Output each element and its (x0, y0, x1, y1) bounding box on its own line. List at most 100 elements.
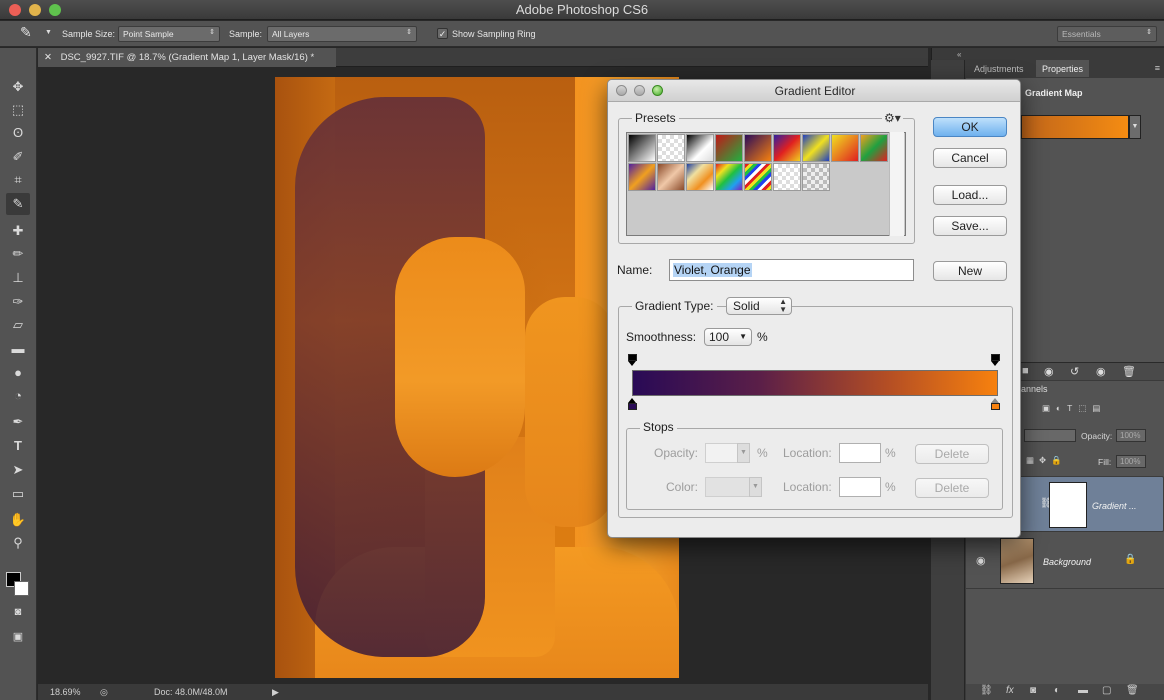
new-group-icon[interactable]: ▬ (1078, 685, 1088, 696)
opacity-input[interactable]: 100% (1116, 429, 1146, 442)
preset-swatch[interactable] (773, 134, 801, 162)
opacity-stop-left[interactable] (628, 354, 637, 366)
smoothness-select[interactable]: 100 ▼ (704, 328, 752, 346)
panel-menu-icon[interactable]: ≡ (1155, 63, 1160, 73)
color-location-input[interactable] (839, 477, 881, 497)
pen-tool-icon[interactable]: ✒ (6, 411, 30, 433)
layer-thumbnail[interactable] (1000, 538, 1034, 584)
delete-color-stop-button[interactable]: Delete (915, 478, 989, 498)
delete-adjustment-icon[interactable]: 🗑 (1122, 365, 1136, 378)
preset-swatch[interactable] (744, 163, 772, 191)
workspace-select[interactable]: Essentials ⇕ (1057, 26, 1157, 42)
stop-color-swatch[interactable] (705, 477, 750, 497)
new-layer-icon[interactable]: ▢ (1102, 685, 1111, 696)
fx-icon[interactable]: fx (1006, 685, 1014, 696)
sample-size-select[interactable]: Point Sample ⇕ (118, 26, 220, 42)
close-tab-icon[interactable]: ✕ (44, 52, 52, 63)
load-button[interactable]: Load... (933, 185, 1007, 205)
reset-icon[interactable]: ↺ (1070, 365, 1079, 378)
stop-color-dropdown-icon[interactable]: ▼ (749, 477, 762, 497)
gradient-tool-icon[interactable]: ▬ (6, 338, 30, 360)
preset-swatch[interactable] (628, 163, 656, 191)
visibility-eye-icon[interactable]: ◉ (976, 554, 986, 567)
stop-opacity-dropdown-icon[interactable]: ▼ (737, 443, 750, 463)
save-button[interactable]: Save... (933, 216, 1007, 236)
dialog-close-button[interactable] (616, 85, 627, 96)
gradient-type-select[interactable]: Solid ▲ ▼ (726, 297, 792, 315)
stamp-tool-icon[interactable]: ⊥ (6, 267, 30, 289)
gradient-map-dropdown-icon[interactable]: ▼ (1129, 115, 1141, 139)
shape-tool-icon[interactable]: ▭ (6, 483, 30, 505)
screen-mode-icon[interactable]: ▣ (6, 626, 30, 648)
preset-swatch[interactable] (773, 163, 801, 191)
preset-swatch[interactable] (657, 134, 685, 162)
layer-mask-thumbnail[interactable] (1049, 482, 1087, 528)
layer-name[interactable]: Background (1043, 557, 1091, 567)
view-previous-icon[interactable]: ◉ (1044, 365, 1054, 378)
sample-select[interactable]: All Layers ⇕ (267, 26, 417, 42)
preset-swatch[interactable] (628, 134, 656, 162)
preset-swatch[interactable] (744, 134, 772, 162)
quick-mask-icon[interactable]: ◙ (6, 601, 30, 623)
gradient-preview-bar[interactable] (632, 370, 998, 396)
new-button[interactable]: New (933, 261, 1007, 281)
stop-opacity-input[interactable] (705, 443, 738, 463)
add-mask-icon[interactable]: ◙ (1030, 685, 1036, 696)
preset-swatch[interactable] (686, 163, 714, 191)
marquee-tool-icon[interactable]: ⬚ (6, 99, 30, 121)
clip-layer-icon[interactable]: ■ (1022, 365, 1029, 377)
zoom-level[interactable]: 18.69% (50, 687, 81, 697)
layer-filter-icons[interactable]: ▣◐T⬚▤ (1042, 403, 1106, 414)
crop-tool-icon[interactable]: ⌗ (6, 169, 30, 191)
tab-properties[interactable]: Properties (1036, 60, 1090, 77)
preset-swatch[interactable] (831, 134, 859, 162)
gradient-name-input[interactable]: Violet, Orange (669, 259, 914, 281)
dialog-zoom-button[interactable] (652, 85, 663, 96)
status-menu-arrow-icon[interactable]: ▶ (272, 687, 279, 698)
blur-tool-icon[interactable]: ● (6, 362, 30, 384)
presets-scrollbar[interactable] (889, 132, 904, 236)
eyedropper-tool-preset-icon[interactable]: ✎ (20, 24, 32, 41)
background-color-swatch[interactable] (14, 581, 29, 596)
preset-swatch[interactable] (686, 134, 714, 162)
opacity-location-input[interactable] (839, 443, 881, 463)
preset-swatch[interactable] (657, 163, 685, 191)
layer-name[interactable]: Gradient ... (1092, 501, 1137, 511)
new-adjustment-icon[interactable]: ◐ (1054, 685, 1060, 696)
gradient-map-preview[interactable] (1021, 115, 1129, 139)
dialog-minimize-button[interactable] (634, 85, 645, 96)
path-select-tool-icon[interactable]: ➤ (6, 459, 30, 481)
move-tool-icon[interactable]: ✥ (6, 76, 30, 98)
quick-select-tool-icon[interactable]: ✐ (6, 146, 30, 168)
document-tab[interactable]: ✕ DSC_9927.TIF @ 18.7% (Gradient Map 1, … (38, 48, 336, 67)
hand-tool-icon[interactable]: ✋ (6, 509, 30, 531)
lasso-tool-icon[interactable]: ʘ (6, 122, 30, 144)
brush-tool-icon[interactable]: ✏ (6, 243, 30, 265)
preset-swatch[interactable] (802, 163, 830, 191)
type-tool-icon[interactable]: T (6, 435, 30, 457)
ok-button[interactable]: OK (933, 117, 1007, 137)
blend-mode-select[interactable] (1024, 429, 1076, 442)
color-stop-left[interactable] (628, 398, 637, 410)
tool-preset-dropdown-icon[interactable]: ▼ (45, 29, 52, 36)
dodge-tool-icon[interactable]: ◔ (6, 385, 30, 407)
delete-layer-icon[interactable]: 🗑 (1126, 685, 1139, 696)
tab-adjustments[interactable]: Adjustments (968, 60, 1030, 77)
color-stop-right[interactable] (991, 398, 1000, 410)
preset-swatch[interactable] (715, 163, 743, 191)
preset-swatch[interactable] (802, 134, 830, 162)
visibility-icon[interactable]: ◉ (1096, 365, 1106, 378)
preset-swatch[interactable] (860, 134, 888, 162)
presets-gear-icon[interactable]: ⚙▾ (882, 111, 903, 125)
lock-icons[interactable]: ▦✥🔒 (1026, 455, 1067, 466)
show-sampling-ring-checkbox[interactable]: ✓ (437, 28, 448, 39)
cancel-button[interactable]: Cancel (933, 148, 1007, 168)
eyedropper-tool-icon[interactable]: ✎ (6, 193, 30, 215)
eraser-tool-icon[interactable]: ▱ (6, 314, 30, 336)
status-info-icon[interactable]: ◎ (100, 687, 108, 698)
collapse-panels-icon[interactable]: « (957, 50, 961, 59)
layer-row-background[interactable]: ◉ Background 🔒 (966, 533, 1164, 589)
opacity-stop-right[interactable] (991, 354, 1000, 366)
fill-input[interactable]: 100% (1116, 455, 1146, 468)
healing-tool-icon[interactable]: ✚ (6, 220, 30, 242)
